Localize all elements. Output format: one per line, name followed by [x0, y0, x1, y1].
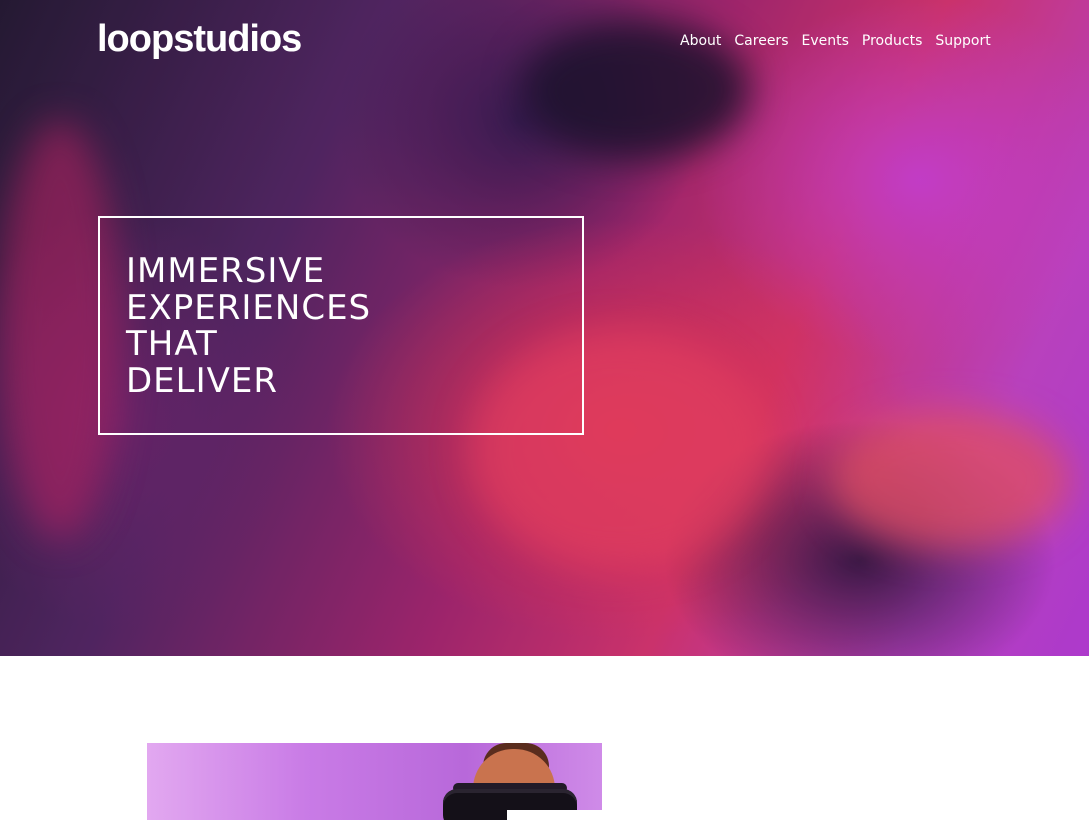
hero-section: loopstudios About Careers Events Product…: [0, 0, 1089, 656]
image-corner-block: [507, 810, 602, 820]
nav-careers[interactable]: Careers: [734, 33, 788, 49]
nav-about[interactable]: About: [680, 33, 721, 49]
headline-line-1: IMMERSIVE: [126, 251, 326, 291]
nav-events[interactable]: Events: [802, 33, 849, 49]
hero-headline-box: IMMERSIVE EXPERIENCES THAT DELIVER: [98, 216, 584, 435]
nav-products[interactable]: Products: [862, 33, 922, 49]
hero-headline: IMMERSIVE EXPERIENCES THAT DELIVER: [126, 253, 371, 399]
headline-line-4: DELIVER: [126, 360, 278, 401]
headline-line-3: THAT: [126, 324, 218, 364]
vr-headset-image: [147, 743, 602, 820]
headline-line-2: EXPERIENCES: [126, 287, 372, 328]
nav-support[interactable]: Support: [935, 33, 990, 49]
main-nav: About Careers Events Products Support: [680, 33, 991, 49]
logo[interactable]: loopstudios: [97, 18, 302, 61]
